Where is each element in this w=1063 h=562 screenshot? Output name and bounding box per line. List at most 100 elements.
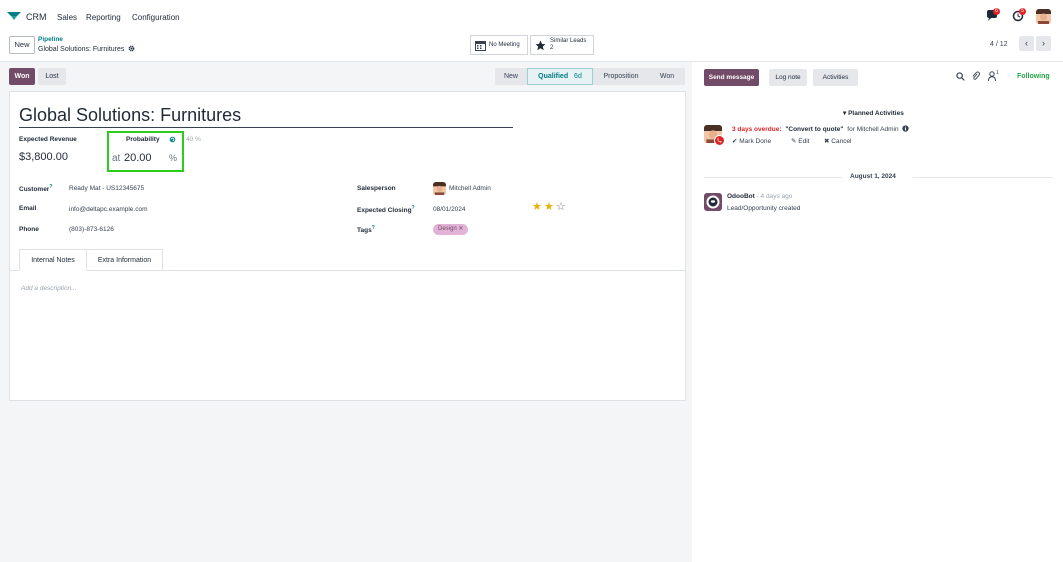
probability-input[interactable]: 20.00: [124, 152, 152, 164]
tags-label-text: Tags: [357, 227, 372, 235]
gear-icon[interactable]: [128, 45, 135, 52]
stage-new[interactable]: New: [495, 68, 527, 85]
email-label: Email: [19, 205, 37, 212]
activity-edit[interactable]: ✎ Edit: [791, 137, 809, 145]
mark-lost-button[interactable]: Lost: [38, 68, 66, 85]
priority-star-3-icon[interactable]: ☆: [556, 202, 566, 213]
send-message-button[interactable]: Send message: [704, 69, 759, 86]
tab-extra-information[interactable]: Extra Information: [87, 249, 163, 271]
expected-closing-field[interactable]: 08/01/2024: [433, 206, 466, 213]
phone-field[interactable]: (803)-873-6126: [69, 226, 114, 233]
mark-won-button[interactable]: Won: [9, 68, 35, 85]
user-avatar[interactable]: [1036, 9, 1051, 24]
pager-next-icon[interactable]: ›: [1036, 36, 1051, 51]
mark-done-label: Mark Done: [739, 138, 772, 145]
paperclip-icon[interactable]: [971, 71, 980, 81]
similar-leads-smart-button[interactable]: Similar Leads 2: [530, 35, 594, 55]
message-body: Lead/Opportunity created: [727, 205, 801, 212]
menu-sales[interactable]: Sales: [57, 13, 77, 22]
top-navbar: CRM Sales Reporting Configuration 6 5: [0, 0, 1063, 33]
description-editor[interactable]: Add a description...: [21, 285, 77, 292]
pager-previous-icon[interactable]: ‹: [1019, 36, 1034, 51]
tag-design-label: Design: [438, 226, 457, 232]
salesperson-field[interactable]: Mitchell Admin: [449, 185, 491, 192]
followers-icon[interactable]: [988, 71, 996, 81]
activities-badge: 5: [1019, 8, 1026, 15]
planned-activities-toggle[interactable]: ▾ Planned Activities: [843, 109, 904, 117]
phone-call-icon: [714, 135, 725, 146]
control-panel: New Pipeline Global Solutions: Furniture…: [0, 33, 1063, 62]
email-field[interactable]: info@deltapc.example.com: [69, 206, 148, 213]
menu-configuration[interactable]: Configuration: [132, 13, 180, 22]
chatter-panel: Send message Log note Activities 1 Follo…: [692, 62, 1063, 562]
opportunity-title[interactable]: Global Solutions: Furnitures: [19, 105, 513, 128]
message-time: - 4 days ago: [756, 193, 793, 200]
breadcrumb-current-label: Global Solutions: Furnitures: [38, 46, 125, 53]
tag-remove-icon[interactable]: ✕: [458, 226, 463, 232]
customer-help-icon[interactable]: ?: [49, 184, 52, 190]
date-divider-line-left: [704, 177, 842, 178]
followers-count: 1: [996, 70, 999, 76]
expected-closing-label-text: Expected Closing: [357, 207, 412, 215]
form-sheet: Global Solutions: Furnitures Expected Re…: [9, 91, 686, 401]
log-note-button[interactable]: Log note: [769, 69, 807, 86]
stage-qualified-label: Qualified: [538, 73, 569, 80]
app-name[interactable]: CRM: [26, 12, 47, 22]
expected-closing-label: Expected Closing?: [357, 205, 415, 214]
search-icon[interactable]: [956, 72, 965, 81]
menu-reporting[interactable]: Reporting: [86, 13, 121, 22]
activities-clock-icon[interactable]: 5: [1012, 8, 1026, 22]
activity-overdue-label: 3 days overdue:: [732, 126, 782, 133]
tags-label: Tags?: [357, 225, 375, 234]
check-icon: ✔: [732, 138, 738, 145]
salesperson-avatar: [433, 182, 446, 195]
tag-design[interactable]: Design ✕: [433, 224, 469, 235]
similar-leads-count: 2: [550, 45, 554, 51]
customer-label: Customer?: [19, 184, 52, 193]
priority-star-2-icon[interactable]: ★: [544, 202, 554, 213]
close-icon: ✖: [824, 138, 830, 145]
stage-won[interactable]: Won: [649, 68, 685, 85]
expected-revenue-input[interactable]: $3,800.00: [19, 151, 68, 163]
messages-icon[interactable]: 6: [986, 8, 1000, 22]
stage-duration: 6d: [574, 73, 582, 80]
status-bar: Won Lost New Qualified 6d Proposition Wo…: [0, 62, 692, 91]
salesperson-label: Salesperson: [357, 185, 396, 192]
planned-activities-label: Planned Activities: [848, 110, 904, 117]
expected-closing-help-icon[interactable]: ?: [412, 205, 415, 211]
phone-label: Phone: [19, 226, 39, 233]
probability-at-label: at: [112, 153, 121, 164]
activity-assignee: for Mitchell Admin: [847, 126, 899, 133]
following-button[interactable]: Following: [1017, 73, 1050, 80]
tab-internal-notes[interactable]: Internal Notes: [19, 249, 87, 271]
new-record-button[interactable]: New: [9, 36, 35, 54]
cancel-label: Cancel: [831, 138, 852, 145]
pager-value[interactable]: 4 / 12: [990, 41, 1008, 48]
probability-refresh-icon[interactable]: [169, 136, 176, 143]
message-header: OdooBot - 4 days ago: [727, 193, 792, 200]
probability-percent-sign: %: [169, 153, 178, 163]
tags-help-icon[interactable]: ?: [372, 225, 375, 231]
meeting-smart-button[interactable]: No Meeting: [470, 35, 528, 55]
message-author: OdooBot: [727, 193, 755, 200]
stage-proposition[interactable]: Proposition: [593, 68, 649, 85]
breadcrumb-pipeline[interactable]: Pipeline: [38, 36, 63, 43]
info-icon[interactable]: [902, 125, 910, 132]
edit-label: Edit: [798, 138, 810, 145]
notebook-tabs: Internal Notes Extra Information: [10, 249, 685, 271]
star-icon: [535, 40, 546, 50]
calendar-icon: [475, 40, 486, 51]
priority-star-1-icon[interactable]: ★: [532, 202, 542, 213]
customer-field[interactable]: Ready Mat - US12345675: [69, 185, 144, 192]
crm-logo-icon[interactable]: [7, 11, 21, 21]
date-divider-line-right: [913, 177, 1053, 178]
activity-cancel[interactable]: ✖ Cancel: [824, 137, 852, 145]
stage-qualified[interactable]: Qualified 6d: [527, 68, 593, 85]
expected-revenue-label: Expected Revenue: [19, 136, 77, 143]
messages-badge: 6: [993, 8, 1000, 15]
meeting-label: No Meeting: [489, 42, 520, 48]
pencil-icon: ✎: [791, 138, 797, 145]
activities-button[interactable]: Activities: [813, 69, 858, 86]
activity-mark-done[interactable]: ✔ Mark Done: [732, 137, 771, 145]
activity-title: "Convert to quote": [785, 126, 844, 133]
